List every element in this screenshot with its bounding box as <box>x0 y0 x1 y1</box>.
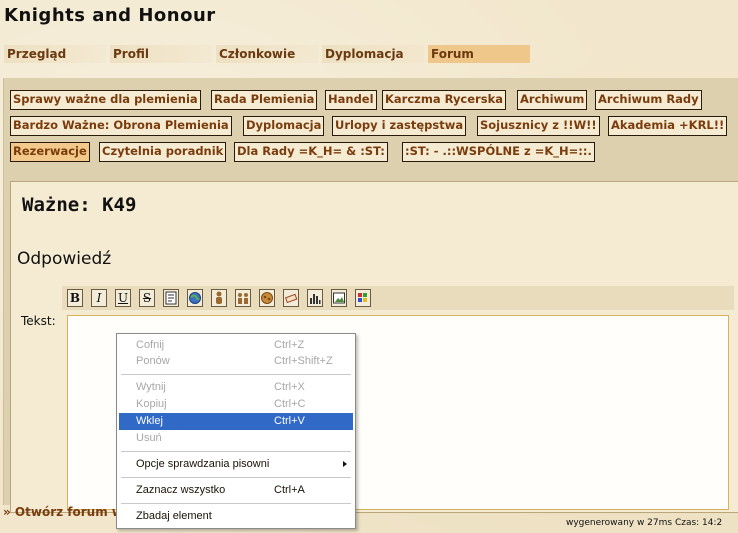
category-archiwum-rady[interactable]: Archiwum Rady <box>595 90 702 110</box>
underline-button[interactable]: U <box>115 289 131 307</box>
text-label: Tekst: <box>21 314 56 328</box>
category-dyplomacja[interactable]: Dyplomacja <box>243 116 325 136</box>
italic-button[interactable]: I <box>91 289 107 307</box>
generation-time: wygenerowany w 27ms Czas: 14:2 <box>566 518 723 528</box>
context-menu: Cofnij Ctrl+Z Ponów Ctrl+Shift+Z Wytnij … <box>116 333 356 529</box>
tribe-icon[interactable] <box>235 289 251 307</box>
menu-item-paste[interactable]: Wklej Ctrl+V <box>119 413 353 430</box>
category-akademia[interactable]: Akademia +KRL!! <box>608 116 728 136</box>
category-archiwum[interactable]: Archiwum <box>517 90 588 110</box>
category-karczma-rycerska[interactable]: Karczma Rycerska <box>382 90 506 110</box>
strikethrough-button[interactable]: S <box>139 289 155 307</box>
menu-item-delete[interactable]: Usuń <box>119 430 353 447</box>
menu-separator <box>121 374 351 375</box>
menu-item-undo[interactable]: Cofnij Ctrl+Z <box>119 337 353 354</box>
village-icon[interactable] <box>259 289 275 307</box>
bar-chart-icon[interactable] <box>307 289 323 307</box>
open-forum-link[interactable]: » Otwórz forum w <box>3 505 123 519</box>
report-icon[interactable] <box>283 289 299 307</box>
menu-item-cut[interactable]: Wytnij Ctrl+X <box>119 379 353 396</box>
menu-separator <box>121 451 351 452</box>
category-rada-plemienia[interactable]: Rada Plemienia <box>211 90 318 110</box>
submenu-arrow-icon <box>343 461 347 467</box>
image-icon[interactable] <box>331 289 347 307</box>
nav-tab-przeglad[interactable]: Przegląd <box>4 45 106 63</box>
category-handel[interactable]: Handel <box>325 90 377 110</box>
nav-tab-profil[interactable]: Profil <box>110 45 212 63</box>
menu-item-redo[interactable]: Ponów Ctrl+Shift+Z <box>119 353 353 370</box>
menu-item-select-all[interactable]: Zaznacz wszystko Ctrl+A <box>119 482 353 499</box>
menu-item-inspect[interactable]: Zbadaj element <box>119 508 353 525</box>
menu-separator <box>121 477 351 478</box>
category-sojusznicy[interactable]: Sojusznicy z !!W!! <box>477 116 600 136</box>
nav-tab-dyplomacja[interactable]: Dyplomacja <box>322 45 424 63</box>
category-urlopy[interactable]: Urlopy i zastępstwa <box>332 116 467 136</box>
category-dla-rady[interactable]: Dla Rady =K_H= & :ST: <box>234 142 388 162</box>
app-title: Knights and Honour <box>4 5 216 26</box>
category-sprawy-wazne[interactable]: Sprawy ważne dla plemienia <box>10 90 201 110</box>
nav-tab-czlonkowie[interactable]: Członkowie <box>216 45 318 63</box>
category-czytelnia[interactable]: Czytelnia poradnik <box>99 142 227 162</box>
quote-icon[interactable] <box>163 289 179 307</box>
reply-heading: Odpowiedź <box>17 249 112 269</box>
color-icon[interactable] <box>355 289 371 307</box>
bold-button[interactable]: B <box>67 289 83 307</box>
menu-separator <box>121 503 351 504</box>
category-rezerwacje[interactable]: Rezerwacje <box>10 142 90 162</box>
menu-item-copy[interactable]: Kopiuj Ctrl+C <box>119 396 353 413</box>
category-obrona-plemienia[interactable]: Bardzo Ważne: Obrona Plemienia <box>10 116 232 136</box>
menu-item-spellcheck[interactable]: Opcje sprawdzania pisowni <box>119 456 353 473</box>
topic-title: Ważne: K49 <box>22 194 137 216</box>
nav-tab-forum[interactable]: Forum <box>428 45 530 63</box>
url-icon[interactable] <box>187 289 203 307</box>
category-wspolne[interactable]: :ST: - .::WSPÓLNE z =K_H=::. <box>402 142 595 162</box>
player-icon[interactable] <box>211 289 227 307</box>
